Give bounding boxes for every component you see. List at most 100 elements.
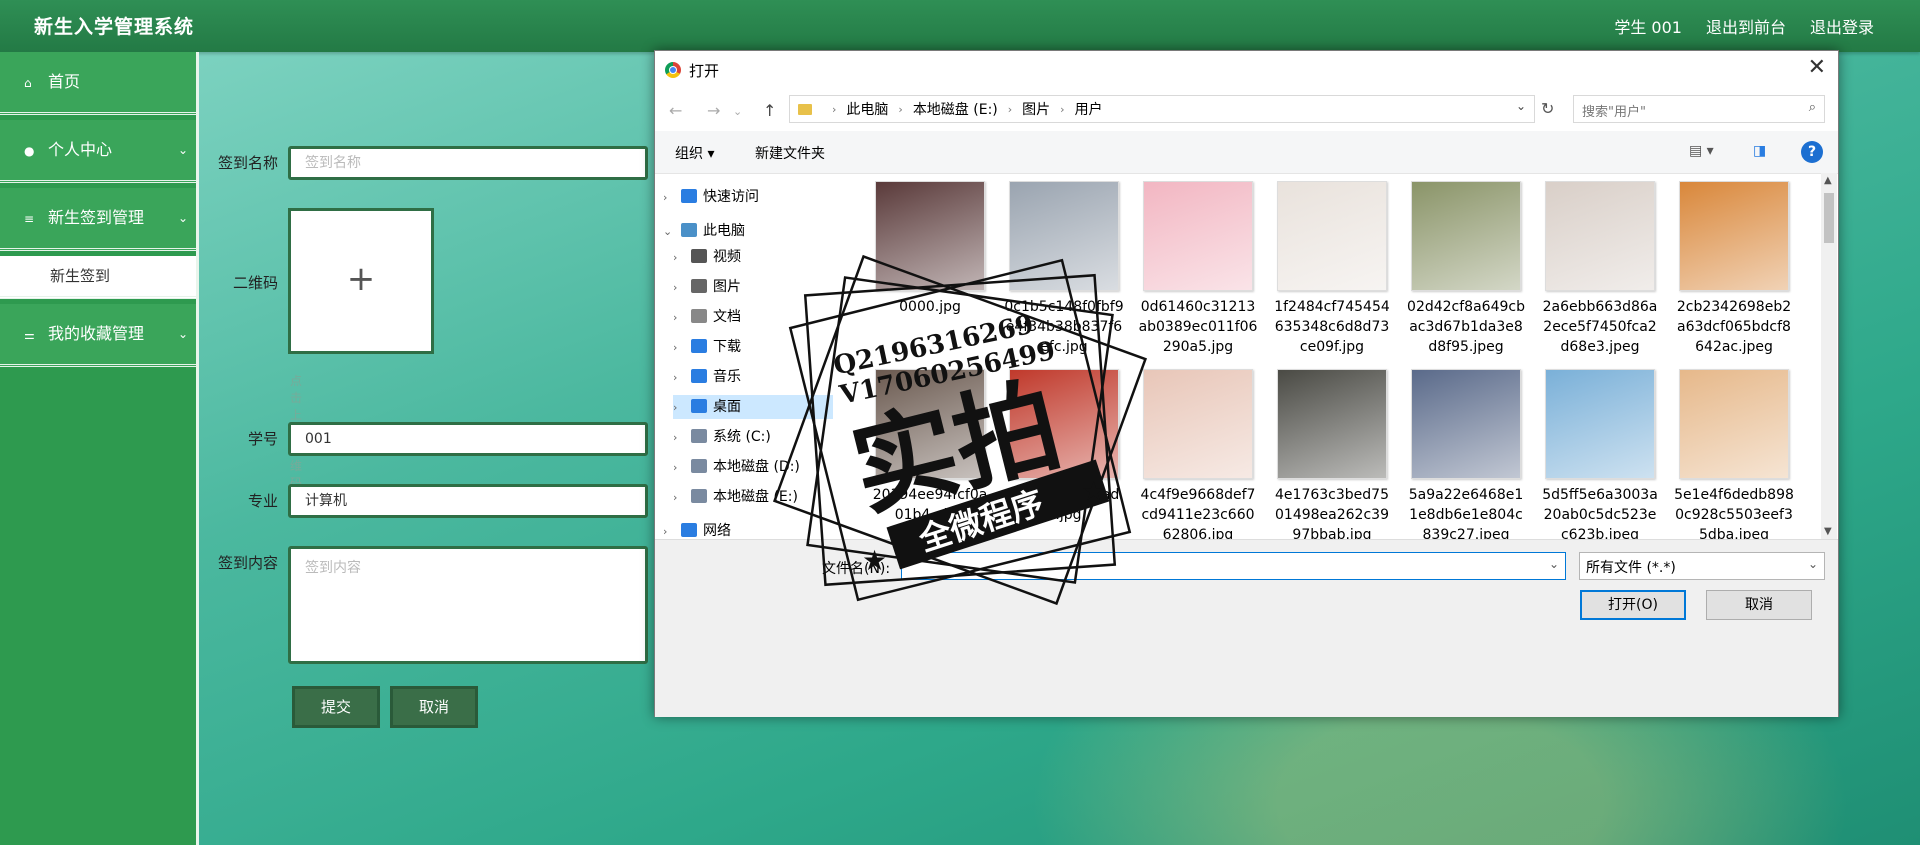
filename-input[interactable]: ⌄ xyxy=(901,552,1566,580)
scroll-up-icon[interactable]: ▲ xyxy=(1824,175,1832,186)
picture-icon xyxy=(691,279,707,293)
file-grid-scrollbar[interactable]: ▲ ▼ xyxy=(1821,173,1837,539)
content-textarea[interactable]: 签到内容 xyxy=(288,546,648,664)
download-icon xyxy=(691,339,707,353)
file-tile[interactable]: 02d42cf8a649cbac3d67b1da3e8d8f95.jpeg xyxy=(1406,181,1526,357)
tree-item-label: 快速访问 xyxy=(703,189,759,205)
view-mode-icon[interactable]: ▤ ▾ xyxy=(1689,143,1714,159)
tree-item-label: 图片 xyxy=(713,279,741,295)
tree-item-label: 本地磁盘 (E:) xyxy=(713,489,798,505)
tree-item-this-pc[interactable]: ⌄ 此电脑 xyxy=(663,219,745,243)
file-tile[interactable]: ...7...3e577...add.jpg xyxy=(1004,369,1124,525)
list-icon: ≡ xyxy=(24,212,35,226)
scroll-down-icon[interactable]: ▼ xyxy=(1824,526,1832,537)
file-thumbnail xyxy=(1009,369,1119,479)
dialog-cancel-button[interactable]: 取消 xyxy=(1706,590,1812,620)
sidebar-item-favorites[interactable]: ⚌ 我的收藏管理 ⌄ xyxy=(0,304,196,367)
tree-item-music[interactable]: › 音乐 xyxy=(673,365,741,389)
back-arrow-icon[interactable]: ← xyxy=(669,101,682,120)
tree-item-drive-e[interactable]: › 本地磁盘 (E:) xyxy=(673,485,798,509)
refresh-icon[interactable]: ↻ xyxy=(1541,99,1554,118)
file-thumbnail xyxy=(1411,181,1521,291)
music-icon xyxy=(691,369,707,383)
sidebar: ⌂ 首页 ● 个人中心 ⌄ ≡ 新生签到管理 ⌄ 新生签到 ⚌ 我的收藏管理 ⌄ xyxy=(0,52,199,845)
file-tile[interactable]: 0000.jpg xyxy=(870,181,990,317)
file-tile[interactable]: 2cb2342698eb2a63dcf065bdcf8642ac.jpeg xyxy=(1674,181,1794,357)
dialog-navbar: ← → ⌄ ↑ › 此电脑 › 本地磁盘 (E:) › 图片 › 用户 ⌄ ↻ … xyxy=(655,89,1838,131)
document-icon xyxy=(691,309,707,323)
up-arrow-icon[interactable]: ↑ xyxy=(763,101,776,120)
header-actions: 学生 001 退出到前台 退出登录 xyxy=(1614,14,1874,38)
forward-arrow-icon[interactable]: → xyxy=(707,101,720,120)
tree-item-desktop[interactable]: › 桌面 xyxy=(673,395,833,419)
qrcode-upload[interactable]: + xyxy=(288,208,434,354)
address-bar[interactable]: › 此电脑 › 本地磁盘 (E:) › 图片 › 用户 ⌄ xyxy=(789,95,1535,123)
dialog-footer: 文件名(N): ⌄ 所有文件 (*.*) ⌄ 打开(O) 取消 xyxy=(655,539,1838,717)
cancel-button[interactable]: 取消 xyxy=(390,686,478,728)
sign-name-input[interactable]: 签到名称 xyxy=(288,146,648,180)
file-name: 20394ee94fcf0a01b4...jpg xyxy=(872,487,988,523)
breadcrumb-item[interactable]: 本地磁盘 (E:) xyxy=(913,99,998,119)
tree-item-drive-c[interactable]: › 系统 (C:) xyxy=(673,425,771,449)
file-thumbnail xyxy=(1143,181,1253,291)
chevron-right-icon: › xyxy=(673,431,678,444)
sliders-icon: ⚌ xyxy=(24,328,35,342)
file-tile[interactable]: 1f2484cf745454635348c6d8d73ce09f.jpg xyxy=(1272,181,1392,357)
file-tile[interactable]: 0d61460c31213ab0389ec011f06290a5.jpg xyxy=(1138,181,1258,357)
exit-to-front-link[interactable]: 退出到前台 xyxy=(1706,14,1786,38)
sidebar-item-profile[interactable]: ● 个人中心 ⌄ xyxy=(0,120,196,183)
breadcrumb-item[interactable]: 图片 xyxy=(1022,99,1050,119)
student-no-input[interactable]: 001 xyxy=(288,422,648,456)
logout-link[interactable]: 退出登录 xyxy=(1810,14,1874,38)
chevron-down-icon[interactable]: ⌄ xyxy=(1516,99,1526,113)
file-tile[interactable]: 4c4f9e9668def7cd9411e23c66062806.jpg xyxy=(1138,369,1258,539)
search-input[interactable]: 搜索"用户" ⌕ xyxy=(1573,95,1825,123)
recent-dropdown-icon[interactable]: ⌄ xyxy=(733,105,742,118)
preview-pane-icon[interactable]: ◨ xyxy=(1753,143,1766,159)
tree-item-quick-access[interactable]: › 快速访问 xyxy=(663,185,759,209)
file-tile[interactable]: 5d5ff5e6a3003a20ab0c5dc523ec623b.jpeg xyxy=(1540,369,1660,539)
tree-item-label: 桌面 xyxy=(713,399,741,415)
file-grid: 0000.jpg 0c1b5c148f0fbf9e4f34b38b837f6efc… xyxy=(870,181,1808,539)
app-title: 新生入学管理系统 xyxy=(34,16,195,38)
scrollbar-thumb[interactable] xyxy=(1824,193,1834,243)
breadcrumb-item[interactable]: 此电脑 xyxy=(846,99,888,119)
tree-item-documents[interactable]: › 文档 xyxy=(673,305,741,329)
filetype-select[interactable]: 所有文件 (*.*) ⌄ xyxy=(1579,552,1825,580)
tree-item-label: 文档 xyxy=(713,309,741,325)
breadcrumb-item[interactable]: 用户 xyxy=(1075,99,1103,119)
open-button[interactable]: 打开(O) xyxy=(1580,590,1686,620)
tree-item-pictures[interactable]: › 图片 xyxy=(673,275,741,299)
tree-item-videos[interactable]: › 视频 xyxy=(673,245,741,269)
tree-item-label: 本地磁盘 (D:) xyxy=(713,459,800,475)
new-folder-button[interactable]: 新建文件夹 xyxy=(755,143,825,163)
file-thumbnail xyxy=(1411,369,1521,479)
tree-item-downloads[interactable]: › 下载 xyxy=(673,335,741,359)
sidebar-item-home[interactable]: ⌂ 首页 xyxy=(0,52,196,115)
current-user: 学生 001 xyxy=(1614,18,1682,37)
file-thumbnail xyxy=(1277,181,1387,291)
help-icon[interactable]: ? xyxy=(1801,141,1823,163)
file-tile[interactable]: 4e1763c3bed7501498ea262c3997bbab.jpg xyxy=(1272,369,1392,539)
tree-item-label: 下载 xyxy=(713,339,741,355)
submit-button[interactable]: 提交 xyxy=(292,686,380,728)
file-thumbnail xyxy=(1545,181,1655,291)
file-tile[interactable]: 20394ee94fcf0a01b4...jpg xyxy=(870,369,990,525)
chevron-right-icon: › xyxy=(663,191,668,204)
tree-item-drive-d[interactable]: › 本地磁盘 (D:) xyxy=(673,455,800,479)
search-icon: ⌕ xyxy=(1808,100,1816,115)
dialog-title: 打开 xyxy=(689,62,720,80)
close-icon[interactable]: ✕ xyxy=(1808,55,1826,80)
file-name: 0c1b5c148f0fbf9e4f34b38b837f6efc.jpg xyxy=(1004,299,1124,355)
chevron-down-icon[interactable]: ⌄ xyxy=(1549,557,1559,571)
file-tile[interactable]: 2a6ebb663d86a2ece5f7450fca2d68e3.jpeg xyxy=(1540,181,1660,357)
major-input[interactable]: 计算机 xyxy=(288,484,648,518)
file-tile[interactable]: 5a9a22e6468e11e8db6e1e804c839c27.jpeg xyxy=(1406,369,1526,539)
file-tile[interactable]: 0c1b5c148f0fbf9e4f34b38b837f6efc.jpg xyxy=(1004,181,1124,357)
sidebar-item-signin-management[interactable]: ≡ 新生签到管理 ⌄ xyxy=(0,188,196,251)
file-tile[interactable]: 5e1e4f6dedb8980c928c5503eef35dba.jpeg xyxy=(1674,369,1794,539)
organize-menu[interactable]: 组织 ▾ xyxy=(675,143,714,163)
sidebar-subitem-signin[interactable]: 新生签到 xyxy=(0,256,196,299)
file-thumbnail xyxy=(1545,369,1655,479)
desktop-icon xyxy=(691,399,707,413)
